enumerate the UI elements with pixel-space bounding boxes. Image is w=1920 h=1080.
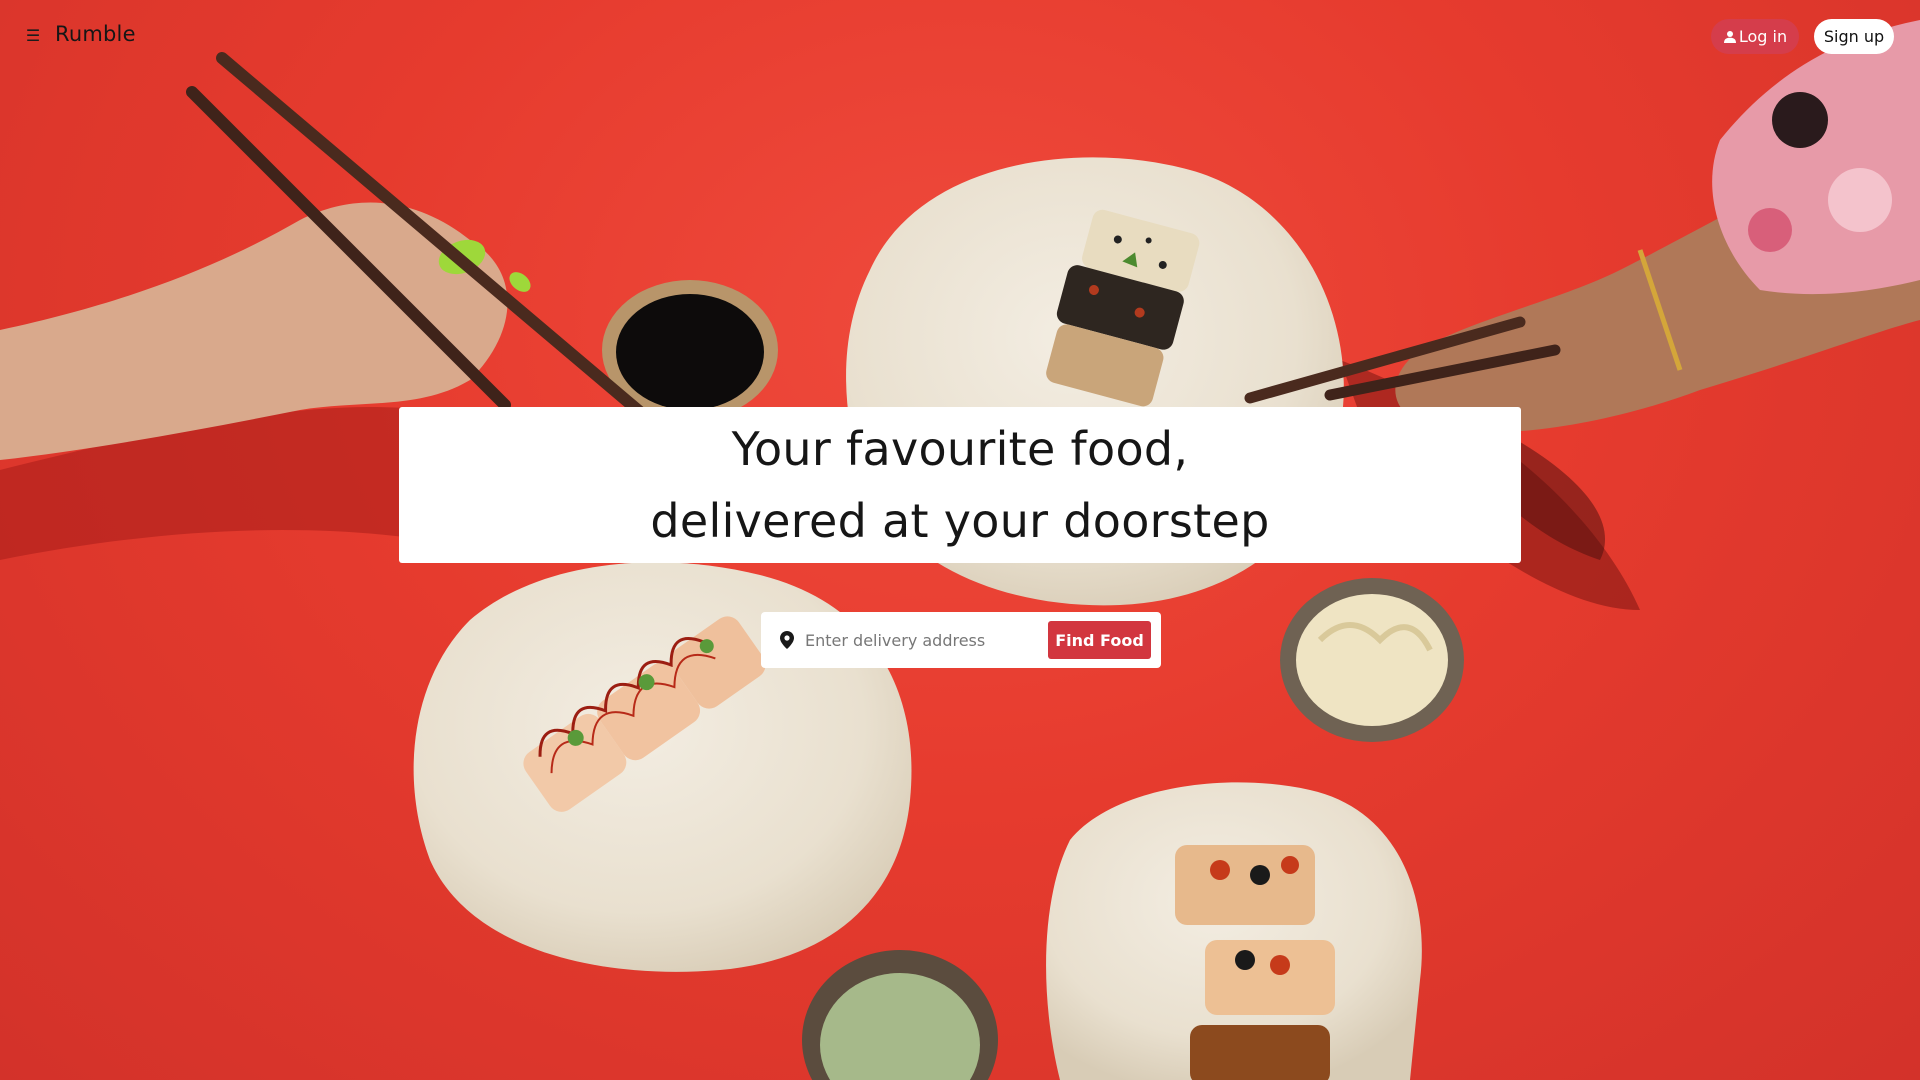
map-pin-icon (780, 631, 794, 649)
login-button[interactable]: Log in (1711, 19, 1799, 54)
hamburger-menu-icon[interactable]: ☰ (24, 26, 42, 46)
find-food-button-label: Find Food (1055, 630, 1144, 650)
signup-button[interactable]: Sign up (1814, 19, 1894, 54)
landing-page: ☰ Rumble Log in Sign up Your favourite f… (0, 0, 1920, 1080)
login-button-label: Log in (1738, 27, 1788, 46)
signup-button-label: Sign up (1823, 27, 1885, 46)
delivery-search-box: Find Food (761, 612, 1161, 668)
hero-headline-line-1: Your favourite food, (731, 422, 1189, 476)
brand-logo[interactable]: Rumble (55, 22, 136, 46)
hero-headline-line-2: delivered at your doorstep (650, 494, 1270, 548)
delivery-address-input[interactable] (805, 624, 1005, 656)
find-food-button[interactable]: Find Food (1048, 621, 1151, 659)
user-icon (1723, 30, 1736, 43)
hero-headline-card: Your favourite food, delivered at your d… (399, 407, 1521, 563)
